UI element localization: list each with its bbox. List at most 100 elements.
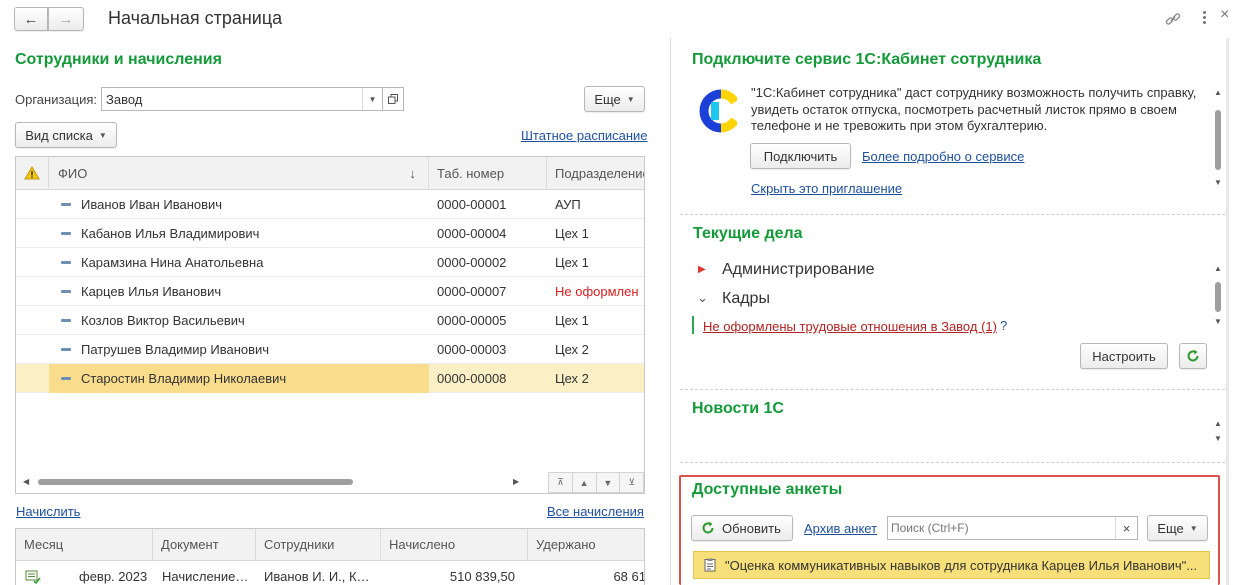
org-select[interactable]: Завод ▼ xyxy=(101,87,383,111)
withheld-column-header[interactable]: Удержано xyxy=(528,529,644,561)
tab-number-column-header[interactable]: Таб. номер xyxy=(429,157,547,190)
refresh-icon xyxy=(702,521,714,534)
scrollbar-thumb[interactable] xyxy=(1215,110,1221,170)
table-row[interactable]: Карамзина Нина Анатольевна 0000-00002 Цех … xyxy=(16,248,644,277)
hide-invitation-link[interactable]: Скрыть это приглашение xyxy=(751,181,902,196)
accrued-column-header[interactable]: Начислено xyxy=(381,529,528,561)
all-accruals-link[interactable]: Все начисления xyxy=(547,504,644,519)
tab-number-cell: 0000-00001 xyxy=(437,197,507,212)
refresh-tasks-button[interactable] xyxy=(1179,343,1207,369)
tasks-scrollbar[interactable]: ▲ ▼ xyxy=(1214,264,1222,328)
link-icon[interactable] xyxy=(1164,10,1182,28)
employees-column-header[interactable]: Сотрудники xyxy=(256,529,381,561)
tab-number-cell: 0000-00007 xyxy=(437,284,507,299)
cabinet-title: Подключите сервис 1С:Кабинет сотрудника xyxy=(692,51,1042,68)
document-column-header[interactable]: Документ xyxy=(153,529,256,561)
employee-icon xyxy=(61,203,71,206)
dropdown-icon[interactable]: ▼ xyxy=(369,95,377,104)
employee-icon xyxy=(61,290,71,293)
arrow-right-icon: → xyxy=(58,10,74,28)
labor-relations-alert-link[interactable]: Не оформлены трудовые отношения в Завод … xyxy=(703,319,997,334)
table-row[interactable]: февр. 2023 Начисление… Иванов И. И., К… … xyxy=(16,562,644,585)
more-about-service-link[interactable]: Более подробно о сервисе xyxy=(862,149,1024,164)
clear-icon[interactable]: × xyxy=(1123,521,1131,536)
panel-separator[interactable] xyxy=(670,38,671,585)
staff-schedule-link[interactable]: Штатное расписание xyxy=(521,128,648,143)
scroll-up-icon[interactable]: ▲ xyxy=(1214,264,1222,273)
dropdown-icon: ▼ xyxy=(626,94,635,104)
scroll-top-button[interactable]: ⊼ xyxy=(548,472,573,493)
month-column-header[interactable]: Месяц xyxy=(16,529,153,561)
employee-icon xyxy=(61,261,71,264)
warning-column-header[interactable] xyxy=(16,157,49,190)
table-row[interactable]: Карцев Илья Иванович 0000-00007 Не оформле… xyxy=(16,277,644,306)
scroll-buttons: ⊼ ▲ ▼ ⊻ xyxy=(548,472,644,493)
configure-button[interactable]: Настроить xyxy=(1080,343,1168,369)
org-label: Организация: xyxy=(15,92,98,107)
accruals-table-header: Месяц Документ Сотрудники Начислено Удер… xyxy=(16,529,644,561)
chevron-down-icon[interactable]: ⌄ xyxy=(697,290,708,306)
more-button[interactable]: Еще ▼ xyxy=(584,86,645,112)
fio-cell: Патрушев Владимир Иванович xyxy=(81,342,270,357)
scrollbar-thumb[interactable] xyxy=(38,479,353,485)
scroll-down-icon[interactable]: ▼ xyxy=(1214,317,1222,326)
scroll-right-icon[interactable]: ▶ xyxy=(513,477,519,486)
table-row[interactable]: Патрушев Владимир Иванович 0000-00003 Цех … xyxy=(16,335,644,364)
employees-title: Сотрудники и начисления xyxy=(15,51,222,68)
survey-search-input[interactable] xyxy=(891,519,1111,537)
scroll-down-button[interactable]: ▼ xyxy=(596,472,621,493)
cabinet-scrollbar[interactable]: ▲ ▼ xyxy=(1214,88,1222,190)
scrollbar-thumb[interactable] xyxy=(1215,282,1221,312)
fio-cell: Кабанов Илья Владимирович xyxy=(81,226,260,241)
department-cell: Цех 1 xyxy=(555,255,589,270)
tab-number-cell: 0000-00008 xyxy=(437,371,507,386)
month-cell: февр. 2023 xyxy=(79,569,148,584)
task-item-administration[interactable]: Администрирование xyxy=(722,261,875,279)
open-form-icon xyxy=(388,94,398,104)
scroll-bottom-button[interactable]: ⊻ xyxy=(620,472,644,493)
surveys-more-button[interactable]: Еще ▼ xyxy=(1147,515,1208,541)
fio-cell: Карцев Илья Иванович xyxy=(81,284,222,299)
scroll-left-icon[interactable]: ◀ xyxy=(23,477,29,486)
scroll-down-icon[interactable]: ▼ xyxy=(1214,434,1222,443)
department-column-header[interactable]: Подразделение xyxy=(547,157,644,190)
employees-cell: Иванов И. И., К… xyxy=(264,569,370,584)
task-item-hr[interactable]: Кадры xyxy=(722,290,770,308)
page-title: Начальная страница xyxy=(108,8,283,28)
close-icon[interactable]: × xyxy=(1220,6,1229,24)
withheld-cell: 68 61 xyxy=(613,569,645,584)
surveys-title: Доступные анкеты xyxy=(692,481,843,498)
survey-archive-link[interactable]: Архив анкет xyxy=(804,521,877,536)
fio-column-header[interactable]: ФИО ↓ xyxy=(49,157,429,190)
table-row[interactable]: Старостин Владимир Николаевич 0000-00008 Ц… xyxy=(16,364,644,393)
triangle-right-icon[interactable]: ▶ xyxy=(698,264,706,275)
employee-icon xyxy=(61,232,71,235)
menu-dots-icon[interactable] xyxy=(1200,9,1208,29)
employee-icon xyxy=(61,377,71,380)
table-row[interactable]: Иванов Иван Иванович 0000-00001 АУП xyxy=(16,190,644,219)
accrue-link[interactable]: Начислить xyxy=(16,504,80,519)
survey-search-field[interactable]: × xyxy=(887,516,1138,540)
table-row[interactable]: Козлов Виктор Васильевич 0000-00005 Цех 1 xyxy=(16,306,644,335)
scroll-up-icon[interactable]: ▲ xyxy=(1214,88,1222,97)
back-button[interactable]: ← xyxy=(14,7,48,31)
scroll-down-icon[interactable]: ▼ xyxy=(1214,178,1222,187)
scroll-up-icon[interactable]: ▲ xyxy=(1214,419,1222,428)
tab-number-cell: 0000-00002 xyxy=(437,255,507,270)
horizontal-scrollbar[interactable]: ◀ ▶ ⊼ ▲ ▼ ⊻ xyxy=(16,470,644,493)
forward-button[interactable]: → xyxy=(48,7,84,31)
scroll-up-button[interactable]: ▲ xyxy=(572,472,597,493)
department-cell: Цех 2 xyxy=(555,342,589,357)
dropdown-icon: ▼ xyxy=(98,130,107,140)
view-list-button[interactable]: Вид списка ▼ xyxy=(15,122,117,148)
news-title: Новости 1С xyxy=(692,400,784,417)
dropdown-icon: ▼ xyxy=(1189,523,1198,533)
employees-table: ФИО ↓ Таб. номер Подразделение Иванов Ив… xyxy=(15,156,645,494)
help-icon[interactable]: ? xyxy=(1000,318,1007,333)
survey-item[interactable]: "Оценка коммуникативных навыков для сотр… xyxy=(693,551,1210,579)
open-org-button[interactable] xyxy=(383,87,404,111)
cabinet-logo-icon xyxy=(699,89,737,133)
refresh-surveys-button[interactable]: Обновить xyxy=(691,515,793,541)
table-row[interactable]: Кабанов Илья Владимирович 0000-00004 Цех 1 xyxy=(16,219,644,248)
connect-button[interactable]: Подключить xyxy=(750,143,851,169)
